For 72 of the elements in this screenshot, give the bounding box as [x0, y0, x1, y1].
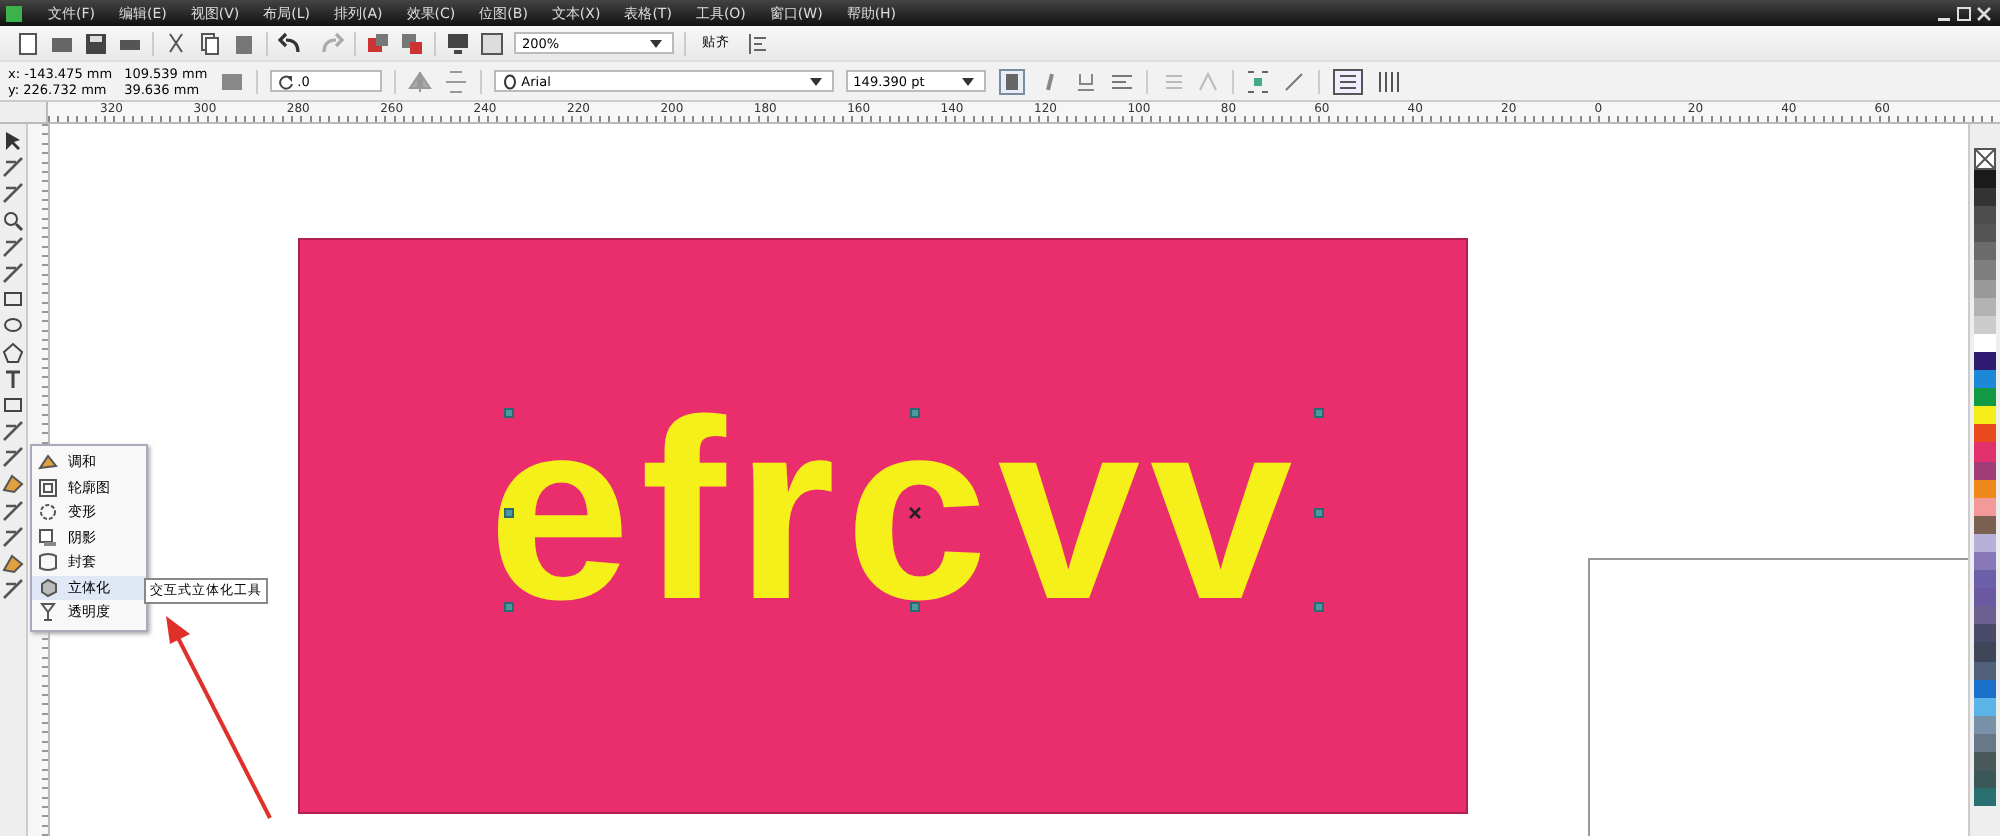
color-swatch[interactable]: [1974, 224, 1996, 243]
color-swatch[interactable]: [1974, 570, 1996, 589]
color-swatch[interactable]: [1974, 424, 1996, 443]
blend-icon: [38, 452, 58, 473]
color-swatch[interactable]: [1974, 170, 1996, 189]
edit-text-icon[interactable]: [1281, 69, 1306, 93]
color-swatch[interactable]: [1974, 752, 1996, 771]
extrude-icon: [38, 577, 58, 598]
color-swatch[interactable]: [1974, 788, 1996, 807]
vertical-text-icon[interactable]: [1375, 67, 1400, 95]
save-icon[interactable]: [84, 31, 108, 55]
no-color-swatch[interactable]: [1974, 148, 1996, 170]
color-swatch[interactable]: [1974, 188, 1996, 207]
color-swatch[interactable]: [1974, 606, 1996, 625]
color-swatch[interactable]: [1974, 406, 1996, 425]
ellipse-tool-icon[interactable]: [2, 314, 24, 337]
app-logo-icon: [4, 3, 24, 23]
color-swatch[interactable]: [1974, 206, 1996, 225]
polygon-tool-icon[interactable]: [2, 341, 24, 363]
distort-icon: [38, 502, 58, 523]
horizontal-text-icon[interactable]: [1331, 67, 1364, 95]
zoom-tool-icon[interactable]: [2, 209, 24, 232]
color-swatch[interactable]: [1974, 242, 1996, 261]
export-icon[interactable]: [400, 31, 424, 55]
color-swatch[interactable]: [1974, 770, 1996, 789]
undo-icon[interactable]: [278, 31, 306, 55]
rotate-icon: [277, 73, 294, 89]
rectangle-tool-icon[interactable]: [2, 288, 24, 311]
selection-handle[interactable]: [1314, 408, 1324, 418]
drop-cap-icon[interactable]: [1195, 69, 1220, 93]
center-mark-icon: [908, 506, 922, 520]
contour-icon: [38, 477, 58, 498]
color-swatch[interactable]: [1974, 588, 1996, 607]
monitor-icon[interactable]: [446, 31, 470, 55]
dropdown-arrow-icon: [650, 39, 662, 47]
scissors-icon[interactable]: [164, 31, 188, 55]
paste-icon[interactable]: [232, 31, 256, 55]
redo-icon[interactable]: [316, 31, 344, 55]
close-icon[interactable]: [1976, 5, 1992, 21]
color-swatch[interactable]: [1974, 442, 1996, 461]
text-tool-icon[interactable]: [2, 367, 24, 390]
color-swatch[interactable]: [1974, 624, 1996, 643]
selection-handle[interactable]: [910, 602, 920, 612]
alignment-icon[interactable]: [1109, 69, 1134, 93]
page-icon[interactable]: [480, 31, 504, 55]
dropdown-arrow-icon: [961, 77, 974, 85]
selection-handle[interactable]: [1314, 602, 1324, 612]
import-icon[interactable]: [366, 31, 390, 55]
dropdown-arrow-icon: [809, 77, 822, 85]
shadow-icon: [38, 527, 58, 548]
selection-handle[interactable]: [504, 408, 514, 418]
selection-handle[interactable]: [1314, 508, 1324, 518]
copy-icon[interactable]: [198, 31, 222, 55]
selection-handle[interactable]: [504, 602, 514, 612]
transparency-icon: [38, 602, 58, 623]
new-document-icon[interactable]: [16, 31, 40, 55]
envelope-icon: [38, 552, 58, 573]
text-properties-icon[interactable]: [1245, 69, 1270, 93]
selection-handle[interactable]: [504, 508, 514, 518]
lock-icon[interactable]: [219, 69, 244, 93]
color-swatch[interactable]: [1974, 388, 1996, 407]
selection-handle[interactable]: [910, 408, 920, 418]
bold-icon[interactable]: [997, 67, 1026, 95]
color-swatch[interactable]: [1974, 370, 1996, 389]
pointer-tool-icon[interactable]: [2, 130, 24, 152]
align-icon[interactable]: [746, 31, 770, 55]
color-swatch[interactable]: [1974, 260, 1996, 280]
table-tool-icon[interactable]: [2, 393, 24, 416]
maximize-icon[interactable]: [1956, 5, 1972, 21]
color-swatch[interactable]: [1974, 642, 1996, 662]
font-type-icon: [501, 73, 518, 89]
underline-icon[interactable]: [1073, 69, 1098, 93]
